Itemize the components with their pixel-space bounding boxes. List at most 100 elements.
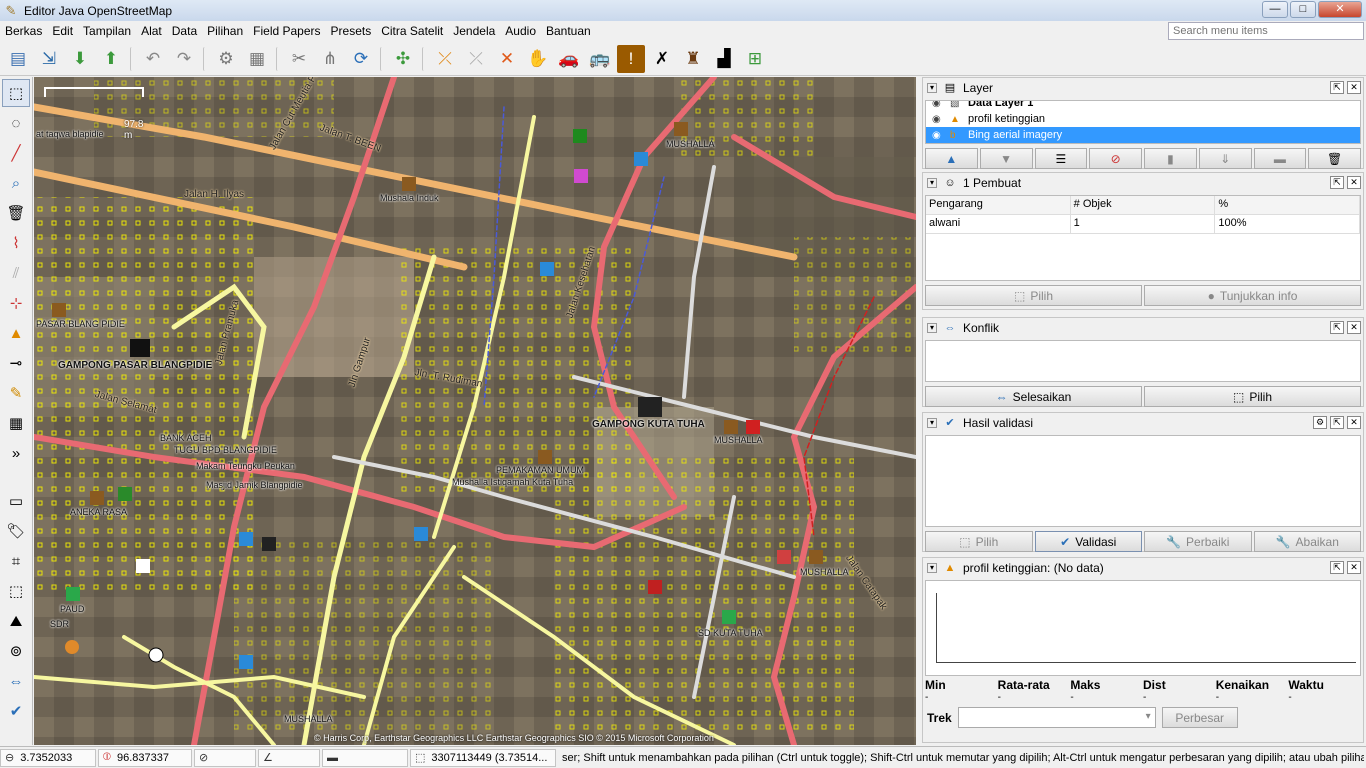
selection-panel-toggle-icon[interactable]: ⬚: [2, 577, 30, 605]
car-icon[interactable]: 🚗: [555, 45, 583, 73]
redo-icon[interactable]: ↷: [170, 45, 198, 73]
map-canvas[interactable]: [34, 77, 916, 745]
show-info-button[interactable]: ● Tunjukkan info: [1144, 285, 1361, 306]
fix-button[interactable]: 🔧 Perbaiki: [1144, 531, 1252, 552]
zoom-button[interactable]: Perbesar: [1161, 707, 1238, 728]
imagery-attribution[interactable]: © Harris Corp, Earthstar Geographics LLC…: [314, 733, 714, 743]
close-panel-icon[interactable]: ✕: [1347, 561, 1361, 574]
menu-alat[interactable]: Alat: [136, 21, 167, 42]
industry-icon[interactable]: ▟: [710, 45, 738, 73]
table-row[interactable]: alwani 1 100%: [926, 215, 1361, 234]
close-panel-icon[interactable]: ✕: [1347, 416, 1361, 429]
validation-panel-toggle-icon[interactable]: ✔: [2, 697, 30, 725]
conflict-list[interactable]: [925, 340, 1361, 382]
duplicate-layer-icon[interactable]: ▬: [1253, 148, 1307, 169]
menu-citra-satelit[interactable]: Citra Satelit: [376, 21, 448, 42]
select-mode-icon[interactable]: ⬚: [2, 79, 30, 107]
visibility-icon[interactable]: ◉: [932, 130, 946, 141]
layer-list[interactable]: ◉ ▧ Data Layer 1 ◉ ▲ profil ketinggian ◉…: [925, 100, 1361, 144]
draw-mode-icon[interactable]: ╱: [2, 139, 30, 167]
validate-button[interactable]: ✔ Validasi: [1034, 531, 1142, 552]
menu-audio[interactable]: Audio: [500, 21, 541, 42]
close-button[interactable]: ✕: [1318, 1, 1362, 18]
hand-icon[interactable]: ✋: [524, 45, 552, 73]
move-up-icon[interactable]: ▲: [925, 148, 978, 169]
menu-edit[interactable]: Edit: [47, 21, 78, 42]
select-button[interactable]: ⬚ Pilih: [925, 285, 1142, 306]
opacity-icon[interactable]: ▮: [1144, 148, 1197, 169]
menu-tampilan[interactable]: Tampilan: [78, 21, 136, 42]
detach-icon[interactable]: ⇱: [1330, 416, 1344, 429]
column-header[interactable]: Pengarang: [926, 196, 1071, 214]
delete-layer-icon[interactable]: 🗑: [1308, 148, 1361, 169]
maximize-button[interactable]: □: [1290, 1, 1316, 18]
detach-icon[interactable]: ⇱: [1330, 176, 1344, 189]
menu-presets[interactable]: Presets: [326, 21, 377, 42]
minimize-button[interactable]: —: [1262, 1, 1288, 18]
close-panel-icon[interactable]: ✕: [1347, 81, 1361, 94]
collapse-toggle-icon[interactable]: ▾: [927, 178, 937, 188]
close-panel-icon[interactable]: ✕: [1347, 321, 1361, 334]
extrude-mode-icon[interactable]: ⊹: [2, 289, 30, 317]
tags-panel-toggle-icon[interactable]: 🏷: [2, 517, 30, 545]
visibility-icon[interactable]: ◉: [932, 114, 946, 125]
merge-layer-icon[interactable]: ⇓: [1198, 148, 1252, 169]
download-icon[interactable]: ⬇: [66, 45, 94, 73]
layer-row[interactable]: ◉ ▲ profil ketinggian: [926, 111, 1360, 127]
hide-layer-icon[interactable]: ⊘: [1089, 148, 1142, 169]
collapse-toggle-icon[interactable]: ▾: [927, 83, 937, 93]
elevation-panel-header[interactable]: ▾ ▲ profil ketinggian: (No data) ⇱ ✕: [923, 558, 1363, 578]
select-button[interactable]: ⬚ Pilih: [1144, 386, 1361, 407]
preferences-icon[interactable]: ⚙: [212, 45, 240, 73]
map-paint-icon[interactable]: ⊚: [2, 637, 30, 665]
column-header[interactable]: # Objek: [1070, 196, 1216, 214]
zoom-fit-icon[interactable]: ✣: [389, 45, 417, 73]
resolve-button[interactable]: ⇔ Selesaikan: [925, 386, 1142, 407]
authors-panel-header[interactable]: ▾ ☺ 1 Pembuat ⇱ ✕: [923, 173, 1363, 193]
detach-icon[interactable]: ⇱: [1330, 561, 1344, 574]
layer-row[interactable]: ◉ ▧ Data Layer 1: [926, 101, 1360, 111]
menu-data[interactable]: Data: [167, 21, 202, 42]
ignore-button[interactable]: 🔧 Abaikan: [1253, 531, 1361, 552]
tag-editor-icon[interactable]: ▦: [243, 45, 271, 73]
warning-icon[interactable]: !: [617, 44, 645, 73]
menu-bantuan[interactable]: Bantuan: [541, 21, 596, 42]
move-down-icon[interactable]: ▼: [979, 148, 1033, 169]
pencil-icon[interactable]: ✎: [2, 379, 30, 407]
collapse-toggle-icon[interactable]: ▾: [927, 418, 937, 428]
close-panel-icon[interactable]: ✕: [1347, 176, 1361, 189]
measure-icon[interactable]: ⊸: [2, 349, 30, 377]
menu-jendela[interactable]: Jendela: [448, 21, 500, 42]
save-icon[interactable]: ⇲: [35, 45, 63, 73]
combine-icon[interactable]: ⋔: [316, 45, 344, 73]
upload-icon[interactable]: ⬆: [97, 45, 125, 73]
undo-icon[interactable]: ↶: [139, 45, 167, 73]
improve-way-icon[interactable]: ⌇: [2, 229, 30, 257]
collapse-toggle-icon[interactable]: ▾: [927, 563, 937, 573]
collapse-toggle-icon[interactable]: ▾: [927, 323, 937, 333]
layer-panel-header[interactable]: ▾ ▤ Layer ⇱ ✕: [923, 78, 1363, 98]
detach-icon[interactable]: ⇱: [1330, 81, 1344, 94]
conflict-panel-header[interactable]: ▾ ⇔ Konflik ⇱ ✕: [923, 318, 1363, 338]
elevation-icon[interactable]: ⊞: [741, 45, 769, 73]
lasso-mode-icon[interactable]: ◌: [2, 109, 30, 137]
layer-row-selected[interactable]: ◉ b Bing aerial imagery: [926, 127, 1360, 143]
conflict-panel-toggle-icon[interactable]: ⇔: [2, 667, 30, 695]
parallel-mode-icon[interactable]: ⫽: [2, 259, 30, 287]
validation-list[interactable]: [925, 435, 1361, 527]
relation-panel-toggle-icon[interactable]: ⌗: [2, 547, 30, 575]
delete-mode-icon[interactable]: 🗑: [2, 199, 30, 227]
search-menu-input[interactable]: [1168, 22, 1364, 40]
crossing-icon[interactable]: ✕: [493, 45, 521, 73]
detach-icon[interactable]: ⇱: [1330, 321, 1344, 334]
refresh-icon[interactable]: ⟳: [347, 45, 375, 73]
column-header[interactable]: %: [1215, 196, 1361, 214]
menu-field-papers[interactable]: Field Papers: [248, 21, 325, 42]
restaurant-icon[interactable]: ✗: [648, 45, 676, 73]
select-button[interactable]: ⬚ Pilih: [925, 531, 1033, 552]
activate-layer-icon[interactable]: ☰: [1034, 148, 1088, 169]
building-tool-icon[interactable]: ▦: [2, 409, 30, 437]
layer-panel-toggle-icon[interactable]: ▭: [2, 487, 30, 515]
trek-select[interactable]: [957, 707, 1156, 728]
path-icon[interactable]: ⤫: [462, 45, 490, 73]
